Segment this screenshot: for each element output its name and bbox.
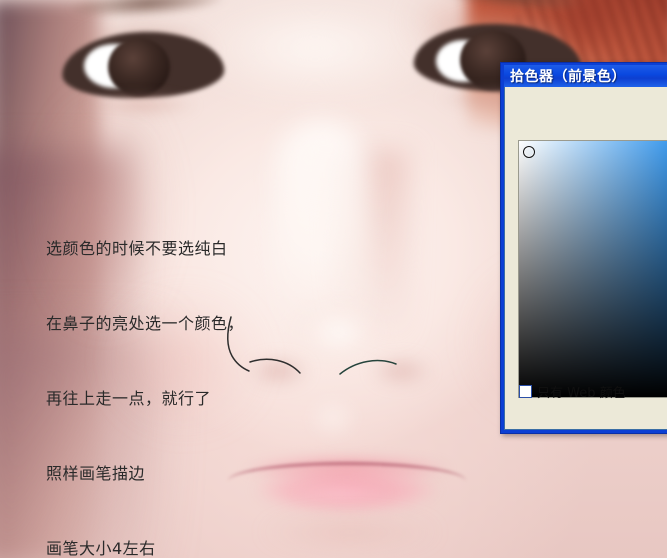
instruction-line-4: 照样画笔描边 [46,464,146,483]
color-picker-window[interactable]: 拾色器（前景色） 只有 Web 颜色 [500,62,667,434]
nose-tip-highlight [286,300,396,378]
chin-shadow [230,512,470,558]
lower-lip-highlight [272,480,412,506]
color-picker-title: 拾色器（前景色） [510,69,626,85]
screenshot-root: 选颜色的时候不要选纯白 在鼻子的亮处选一个颜色， 再往上走一点，就行了 照样画笔… [0,0,667,558]
saturation-value-field[interactable] [518,140,667,398]
color-picker-frame: 拾色器（前景色） 只有 Web 颜色 [504,65,667,430]
instruction-line-5: 画笔大小4左右 [46,539,156,558]
philtrum-highlight [295,388,371,448]
instruction-line-3: 再往上走一点，就行了 [46,389,212,408]
color-picker-titlebar[interactable]: 拾色器（前景色） [504,65,667,87]
sv-marker-icon[interactable] [523,146,535,158]
color-picker-body: 只有 Web 颜色 [505,87,667,429]
instruction-line-2: 在鼻子的亮处选一个颜色， [46,314,245,333]
web-only-label: 只有 Web 颜色 [537,386,626,401]
eye-left [48,10,238,122]
web-only-row[interactable]: 只有 Web 颜色 [519,382,626,401]
instruction-line-1: 选颜色的时候不要选纯白 [46,239,228,258]
eye-left-undershadow [66,88,216,122]
web-only-checkbox[interactable] [519,385,532,398]
instruction-text-block: 选颜色的时候不要选纯白 在鼻子的亮处选一个颜色， 再往上走一点，就行了 照样画笔… [46,186,244,558]
